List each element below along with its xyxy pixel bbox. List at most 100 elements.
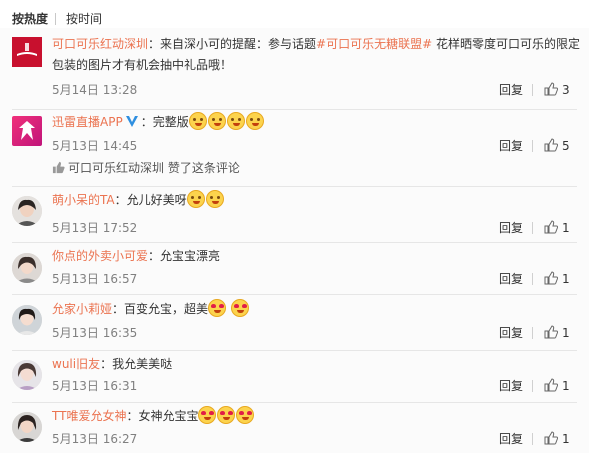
action-divider — [532, 273, 533, 285]
avatar[interactable] — [12, 196, 42, 226]
comment-time: 5月13日 17:52 — [52, 221, 138, 235]
coca-cola-logo-icon — [12, 37, 42, 67]
like-count: 1 — [562, 379, 570, 393]
heart-eyes-icon — [236, 406, 255, 424]
user-photo-icon — [12, 253, 42, 283]
action-divider — [532, 327, 533, 339]
liked-by-suffix: 赞了这条评论 — [164, 161, 240, 175]
like-button[interactable]: 1 — [544, 378, 570, 394]
action-divider — [532, 222, 533, 234]
reply-button[interactable]: 回复 — [499, 431, 523, 447]
comment-username[interactable]: 允家小莉娅 — [52, 302, 112, 316]
liked-by-user[interactable]: 可口可乐红动深圳 — [68, 161, 164, 175]
verified-v-icon — [125, 116, 138, 127]
like-button[interactable]: 5 — [544, 138, 570, 154]
sort-by-hot-tab[interactable]: 按热度 — [12, 11, 48, 27]
comment-time: 5月13日 16:57 — [52, 272, 138, 286]
kissing-face-icon — [245, 112, 264, 130]
reply-button[interactable]: 回复 — [499, 82, 523, 98]
thumbs-up-icon — [544, 138, 558, 152]
comment-divider — [12, 109, 577, 110]
comment-username[interactable]: 迅雷直播APP — [52, 115, 123, 129]
avatar[interactable] — [12, 360, 42, 390]
comment-text: 完整版 — [152, 115, 189, 129]
comment-username[interactable]: TT唯爱允女神 — [52, 409, 126, 423]
comment-username[interactable]: 萌小呆的TA — [52, 193, 115, 207]
comment-colon: ： — [140, 115, 153, 129]
avatar[interactable] — [12, 305, 42, 335]
like-button[interactable]: 1 — [544, 271, 570, 287]
like-count: 1 — [562, 221, 570, 235]
thumbs-up-icon — [544, 431, 558, 445]
like-button[interactable]: 1 — [544, 431, 570, 447]
heart-eyes-icon — [198, 406, 217, 424]
thumbs-up-icon — [544, 271, 558, 285]
like-count: 1 — [562, 432, 570, 446]
xunlei-logo-icon — [19, 121, 35, 140]
reply-button[interactable]: 回复 — [499, 220, 523, 236]
avatar[interactable] — [12, 253, 42, 283]
comment-divider — [12, 350, 577, 351]
reply-button[interactable]: 回复 — [499, 325, 523, 341]
kissing-face-icon — [188, 112, 207, 130]
sort-by-time-tab[interactable]: 按时间 — [66, 11, 102, 27]
comment-colon: ： — [112, 302, 125, 316]
comment-colon: ： — [148, 249, 161, 263]
thumbs-up-icon — [544, 378, 558, 392]
reply-button[interactable]: 回复 — [499, 271, 523, 287]
action-divider — [532, 140, 533, 152]
user-photo-icon — [12, 360, 42, 390]
comment-time: 5月13日 14:45 — [52, 139, 138, 153]
comment-text: 允儿好美呀 — [126, 193, 187, 207]
reply-button[interactable]: 回复 — [499, 378, 523, 394]
reply-button[interactable]: 回复 — [499, 138, 523, 154]
like-count: 1 — [562, 326, 570, 340]
thumbs-up-icon — [544, 325, 558, 339]
like-button[interactable]: 1 — [544, 325, 570, 341]
comment-username[interactable]: 你点的外卖小可爱 — [52, 249, 148, 263]
user-photo-icon — [12, 305, 42, 335]
user-photo-icon — [12, 412, 42, 442]
comment-username[interactable]: 可口可乐红动深圳 — [52, 37, 148, 51]
like-count: 5 — [562, 139, 570, 153]
thumbs-up-icon — [544, 220, 558, 234]
topic-tag-link[interactable]: #可口可乐无糖联盟# — [316, 37, 432, 51]
comment-divider — [12, 186, 577, 187]
comment-divider — [12, 242, 577, 243]
comment-divider — [12, 402, 577, 403]
comment-colon: ： — [126, 409, 139, 423]
comment-divider — [12, 294, 577, 295]
comment-time: 5月13日 16:35 — [52, 326, 138, 340]
comment-text: 来自深小可的提醒：参与话题 — [160, 37, 317, 51]
comment-text: 百变允宝，超美 — [124, 302, 209, 316]
kissing-face-icon — [186, 190, 205, 208]
comment-colon: ： — [148, 37, 161, 51]
comment-username[interactable]: wuli旧友 — [52, 357, 100, 371]
action-divider — [532, 380, 533, 392]
liked-by-note: 可口可乐红动深圳 赞了这条评论 — [52, 160, 240, 176]
comment-colon: ： — [114, 193, 127, 207]
action-divider — [532, 433, 533, 445]
user-photo-icon — [12, 196, 42, 226]
kissing-face-icon — [205, 190, 224, 208]
like-button[interactable]: 3 — [544, 82, 570, 98]
avatar[interactable] — [12, 116, 42, 146]
like-count: 3 — [562, 83, 570, 97]
comment-colon: ： — [100, 357, 113, 371]
sort-divider — [55, 13, 56, 25]
comment-text: 我允美美哒 — [112, 357, 173, 371]
like-count: 1 — [562, 272, 570, 286]
avatar[interactable] — [12, 412, 42, 442]
like-button[interactable]: 1 — [544, 220, 570, 236]
comment-text: 女神允宝宝 — [138, 409, 199, 423]
avatar[interactable] — [12, 37, 42, 67]
heart-eyes-icon — [208, 299, 227, 317]
action-divider — [532, 84, 533, 96]
kissing-face-icon — [226, 112, 245, 130]
comment-text: 允宝宝漂亮 — [160, 249, 221, 263]
heart-eyes-icon — [230, 299, 249, 317]
thumbs-up-icon — [52, 161, 65, 174]
kissing-face-icon — [207, 112, 226, 130]
comment-list: 可口可乐红动深圳：来自深小可的提醒：参与话题#可口可乐无糖联盟# 花样晒零度可口… — [0, 28, 589, 453]
heart-eyes-icon — [217, 406, 236, 424]
